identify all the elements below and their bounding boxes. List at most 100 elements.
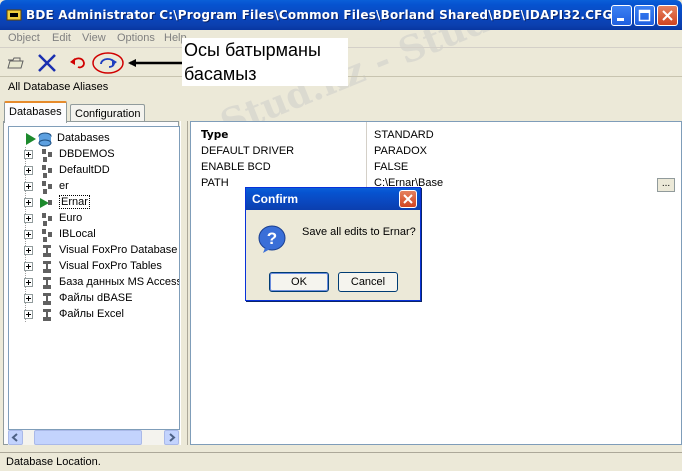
odbc-database-icon [43,293,51,305]
odbc-database-icon [43,277,51,289]
database-icon [42,229,52,242]
tree-item[interactable]: База данных MS Access [9,275,180,291]
question-icon: ? [258,225,286,253]
expand-icon[interactable] [24,246,33,255]
property-row[interactable]: ENABLE BCD FALSE [191,160,681,176]
databases-icon [38,132,52,147]
odbc-database-icon [43,245,51,257]
confirm-dialog: Confirm ? Save all edits to Ernar? OK Ca… [245,187,421,301]
tree-item-label: DefaultDD [59,164,110,176]
tree-item-label: Visual FoxPro Database [59,244,178,256]
tree-item-label: er [59,180,69,192]
tree-item[interactable]: er [9,179,179,195]
maximize-button[interactable] [634,5,655,26]
window-title: BDE Administrator C:\Program Files\Commo… [26,8,613,22]
tree-item-label: Файлы Excel [59,308,124,320]
expand-icon[interactable] [24,230,33,239]
tree-item-label: Файлы dBASE [59,292,133,304]
tree-item-label: Euro [59,212,83,224]
app-icon [6,9,22,21]
edited-database-icon [40,198,52,208]
tree-item[interactable]: Visual FoxPro Tables [9,259,179,275]
tree-item-label: Ernar [59,195,90,209]
property-name: ENABLE BCD [201,161,271,173]
title-bar: BDE Administrator C:\Program Files\Commo… [0,0,682,30]
expand-icon[interactable] [24,278,33,287]
menu-edit[interactable]: Edit [52,32,71,44]
odbc-database-icon [43,309,51,321]
property-name: Type [201,129,229,141]
expand-icon[interactable] [24,294,33,303]
menu-view[interactable]: View [82,32,106,44]
expand-icon[interactable] [24,150,33,159]
ok-button[interactable]: OK [269,272,329,292]
annotation-arrow-icon [128,59,184,67]
maximize-icon [638,9,651,22]
tree-root-label: Databases [57,132,110,144]
dialog-message: Save all edits to Ernar? [302,226,416,238]
menu-object[interactable]: Object [8,32,40,44]
database-icon [42,149,52,162]
odbc-database-icon [43,261,51,273]
tree-item-selected[interactable]: Ernar [9,195,179,211]
tree-panel: Databases DBDEMOS DefaultDD er Ernar Eur… [3,121,180,445]
minimize-icon [617,18,624,21]
open-icon[interactable] [5,52,27,74]
close-button[interactable] [657,5,678,26]
annotation-text: Осы батырманы басамыз [182,38,348,86]
tree-item-label: DBDEMOS [59,148,115,160]
tree-item-label: IBLocal [59,228,96,240]
expand-icon[interactable] [24,262,33,271]
scroll-thumb[interactable] [34,430,142,445]
database-icon [42,181,52,194]
status-text: Database Location. [6,456,101,468]
browse-path-button[interactable]: ... [657,178,675,192]
expand-icon[interactable] [24,182,33,191]
expand-icon[interactable] [24,198,33,207]
database-tree[interactable]: Databases DBDEMOS DefaultDD er Ernar Eur… [8,126,180,430]
dialog-title-bar: Confirm [246,188,420,210]
tree-item[interactable]: Файлы Excel [9,307,179,323]
menu-options[interactable]: Options [117,32,155,44]
tree-item[interactable]: Файлы dBASE [9,291,179,307]
tree-item[interactable]: IBLocal [9,227,179,243]
scroll-right-button[interactable] [164,430,179,445]
property-value: PARADOX [374,145,427,157]
tree-item[interactable]: Visual FoxPro Database [9,243,179,259]
tree-item[interactable]: Euro [9,211,179,227]
property-row[interactable]: DEFAULT DRIVER PARADOX [191,144,681,160]
expand-icon[interactable] [24,310,33,319]
property-name: PATH [201,177,229,189]
expand-icon[interactable] [24,214,33,223]
close-icon [662,10,673,21]
tree-item[interactable]: DefaultDD [9,163,179,179]
dialog-close-button[interactable] [399,190,417,208]
close-icon [403,194,413,204]
apply-icon[interactable] [91,51,125,75]
tab-databases[interactable]: Databases [4,101,67,123]
property-value: STANDARD [374,129,434,141]
svg-text:?: ? [267,229,277,248]
database-icon [42,165,52,178]
property-row[interactable]: Type STANDARD [191,128,681,144]
arrow-right-icon [169,433,176,442]
delete-icon[interactable] [36,52,58,74]
property-name: DEFAULT DRIVER [201,145,295,157]
panel-splitter[interactable] [180,121,188,445]
minimize-button[interactable] [611,5,632,26]
tree-item-label: Visual FoxPro Tables [59,260,162,272]
tree-horizontal-scrollbar[interactable] [8,430,180,445]
tree-item-label: База данных MS Access [59,276,180,288]
tree-item[interactable]: DBDEMOS [9,147,179,163]
cancel-button[interactable]: Cancel [338,272,398,292]
dialog-title: Confirm [252,192,298,206]
arrow-left-icon [11,433,18,442]
scroll-left-button[interactable] [8,430,23,445]
tree-root[interactable]: Databases [9,131,179,147]
undo-icon[interactable] [67,52,89,74]
status-bar: Database Location. [0,452,682,471]
property-value: FALSE [374,161,409,173]
database-icon [42,213,52,226]
expand-icon[interactable] [24,166,33,175]
aliases-label: All Database Aliases [8,81,109,93]
